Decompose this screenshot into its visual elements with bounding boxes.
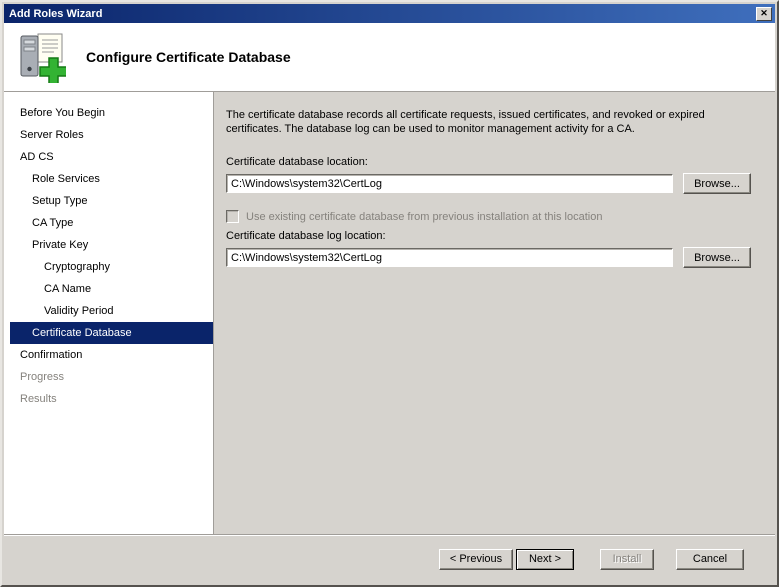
sidebar-item-private-key[interactable]: Private Key bbox=[4, 234, 213, 256]
window-title: Add Roles Wizard bbox=[9, 7, 103, 20]
existing-db-checkbox-label: Use existing certificate database from p… bbox=[246, 210, 603, 223]
add-roles-wizard-window: Add Roles Wizard ✕ Configure Certificate… bbox=[0, 0, 779, 587]
sidebar-item-certificate-database[interactable]: Certificate Database bbox=[10, 322, 213, 344]
sidebar-item-results: Results bbox=[20, 393, 57, 405]
db-location-input[interactable] bbox=[226, 174, 673, 193]
footer-button-bar: < Previous Next > Install Cancel bbox=[4, 534, 775, 583]
sidebar-item-ca-type[interactable]: CA Type bbox=[4, 212, 213, 234]
page-title: Configure Certificate Database bbox=[86, 49, 291, 65]
log-location-input[interactable] bbox=[226, 248, 673, 267]
browse-log-button[interactable]: Browse... bbox=[683, 247, 751, 268]
install-button[interactable]: Install bbox=[600, 548, 654, 570]
existing-db-checkbox[interactable] bbox=[226, 210, 239, 223]
close-icon: ✕ bbox=[760, 8, 768, 18]
sidebar-item-ad-cs[interactable]: AD CS bbox=[4, 146, 213, 168]
sidebar-item-server-roles[interactable]: Server Roles bbox=[4, 124, 213, 146]
sidebar-item-confirmation[interactable]: Confirmation bbox=[4, 344, 213, 366]
log-location-label: Certificate database log location: bbox=[226, 230, 386, 242]
description-text: The certificate database records all cer… bbox=[226, 109, 705, 135]
sidebar-item-before-you-begin[interactable]: Before You Begin bbox=[4, 102, 213, 124]
wizard-body: Before You Begin Server Roles AD CS Role Se… bbox=[4, 92, 775, 534]
sidebar-item-cryptography[interactable]: Cryptography bbox=[4, 256, 213, 278]
content-pane: The certificate database records all cer… bbox=[214, 92, 775, 534]
sidebar-item-validity-period[interactable]: Validity Period bbox=[4, 300, 213, 322]
existing-db-checkbox-row: Use existing certificate database from p… bbox=[226, 210, 759, 223]
wizard-header: Configure Certificate Database bbox=[4, 23, 775, 92]
db-location-label: Certificate database location: bbox=[226, 156, 368, 168]
sidebar-item-role-services[interactable]: Role Services bbox=[4, 168, 213, 190]
close-button[interactable]: ✕ bbox=[756, 6, 772, 21]
server-with-green-plus-icon bbox=[20, 33, 68, 86]
browse-db-button[interactable]: Browse... bbox=[683, 173, 751, 194]
cancel-button[interactable]: Cancel bbox=[676, 548, 744, 570]
log-location-row: Browse... bbox=[226, 247, 759, 268]
next-button[interactable]: Next > bbox=[516, 548, 574, 570]
sidebar-item-ca-name[interactable]: CA Name bbox=[4, 278, 213, 300]
sidebar-item-setup-type[interactable]: Setup Type bbox=[4, 190, 213, 212]
wizard-steps-sidebar: Before You Begin Server Roles AD CS Role Se… bbox=[4, 92, 214, 534]
db-location-row: Browse... bbox=[226, 173, 759, 194]
titlebar[interactable]: Add Roles Wizard ✕ bbox=[4, 4, 775, 23]
sidebar-item-progress: Progress bbox=[20, 371, 65, 383]
wizard-icon bbox=[16, 31, 68, 86]
previous-button[interactable]: < Previous bbox=[439, 548, 513, 570]
